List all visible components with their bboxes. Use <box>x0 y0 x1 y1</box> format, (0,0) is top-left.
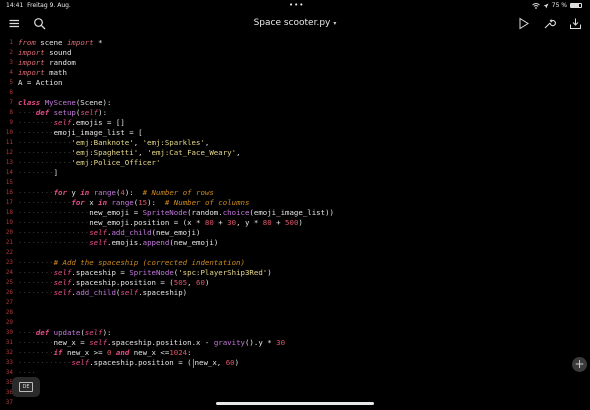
status-date: Freitag 9. Aug. <box>27 2 71 9</box>
status-time: 14:41 <box>6 2 24 9</box>
line-number-label: 24 <box>5 269 13 276</box>
line-number-label: 25 <box>5 279 13 286</box>
line-number-label: 27 <box>5 299 13 306</box>
line-number-label: 26 <box>5 289 13 296</box>
status-time-date: 14:41 Freitag 9. Aug. <box>6 2 71 9</box>
home-indicator[interactable] <box>216 402 374 405</box>
line-number-label: 10 <box>5 129 13 136</box>
line-number-label: 37 <box>5 399 13 406</box>
status-right: 75 % <box>531 2 582 9</box>
line-number-label: 29 <box>5 319 13 326</box>
line-number-label: 22 <box>5 249 13 256</box>
line-number-label: 17 <box>5 199 13 206</box>
line-number-label: 11 <box>5 139 13 146</box>
add-button[interactable]: + <box>572 357 587 372</box>
line-number-label: 18 <box>5 209 13 216</box>
line-number-label: 2 <box>9 49 13 56</box>
line-number-label: 30 <box>5 329 13 336</box>
line-number-label: 14 <box>5 169 13 176</box>
line-number-label: 28 <box>5 309 13 316</box>
keyboard-language-label: DE <box>19 382 33 392</box>
line-number-label: 4 <box>9 69 13 76</box>
wrench-icon[interactable] <box>543 17 556 30</box>
code-editor[interactable]: 1 2 3 4 5 6 7 8 9 10 11 12 13 14 15 16 17 18 19 20 21 22 23 24 2… <box>0 35 590 410</box>
file-title-button[interactable]: Space scooter.py ▾ <box>0 18 590 28</box>
line-number-label: 34 <box>5 369 13 376</box>
line-number-label: 19 <box>5 219 13 226</box>
share-tray-icon[interactable] <box>569 17 582 30</box>
line-number-label: 3 <box>9 59 13 66</box>
battery-icon <box>570 3 582 8</box>
line-number-label: 1 <box>9 39 13 46</box>
file-title: Space scooter.py <box>253 18 331 28</box>
keyboard-language-button[interactable]: DE <box>12 377 40 397</box>
run-play-icon[interactable] <box>517 17 530 30</box>
line-number-label: 13 <box>5 159 13 166</box>
location-icon <box>543 3 549 8</box>
line-number-label: 16 <box>5 189 13 196</box>
multitasking-dots[interactable]: ••• <box>289 1 304 9</box>
line-number-label: 15 <box>5 179 13 186</box>
line-number-label: 8 <box>9 109 13 116</box>
line-number-label: 9 <box>9 119 13 126</box>
status-bar: 14:41 Freitag 9. Aug. ••• 75 % <box>0 0 590 11</box>
toolbar-right <box>517 17 582 30</box>
battery-percent: 75 % <box>551 2 567 9</box>
wifi-icon <box>531 2 540 9</box>
battery-fill <box>571 4 579 7</box>
line-number-label: 21 <box>5 239 13 246</box>
chevron-down-icon: ▾ <box>333 20 337 27</box>
text-cursor <box>192 358 194 368</box>
line-number-label: 20 <box>5 229 13 236</box>
line-number-label: 23 <box>5 259 13 266</box>
editor-toolbar: Space scooter.py ▾ <box>0 13 590 35</box>
line-number-label: 32 <box>5 349 13 356</box>
line-number-label: 33 <box>5 359 13 366</box>
line-number-label: 5 <box>9 79 13 86</box>
line-number-label: 12 <box>5 149 13 156</box>
line-number-label: 31 <box>5 339 13 346</box>
line-number-label: 7 <box>9 99 13 106</box>
line-number-label: 6 <box>9 89 13 96</box>
